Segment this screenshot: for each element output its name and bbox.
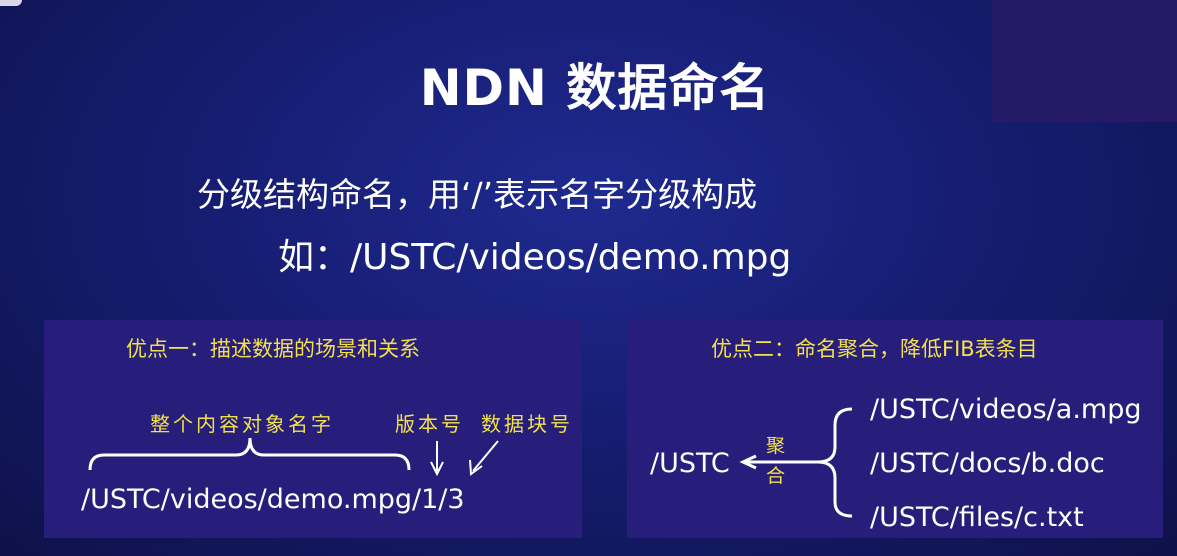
whole-name-brace bbox=[88, 437, 411, 471]
aggregation-arrow bbox=[739, 454, 818, 470]
block-arrow bbox=[469, 440, 499, 476]
connector-overlay bbox=[88, 407, 853, 518]
version-arrow bbox=[430, 441, 444, 477]
aggregation-brace bbox=[817, 407, 853, 518]
